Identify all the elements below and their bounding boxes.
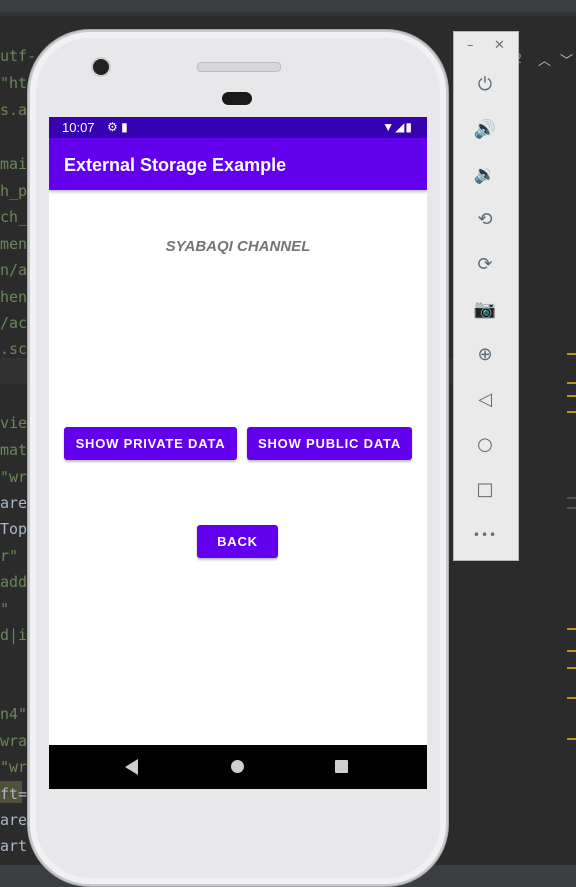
proximity-sensor: [222, 92, 252, 105]
settings-sdcard-icons: ⚙ ▮: [107, 120, 128, 134]
rotate-right-icon[interactable]: ⟳: [472, 252, 498, 278]
rotate-left-icon[interactable]: ⟲: [472, 207, 498, 233]
status-bar: 10:07 ⚙ ▮ ▼◢▮: [49, 117, 427, 138]
code-line: men: [0, 235, 28, 253]
earpiece-speaker: [197, 62, 281, 72]
power-icon[interactable]: ⏻: [472, 72, 498, 98]
volume-up-icon[interactable]: 🔊: [472, 117, 498, 143]
code-line: /ac: [0, 314, 28, 332]
more-icon[interactable]: •••: [472, 522, 498, 548]
scroll-marker: [567, 697, 576, 699]
code-line: h_p: [0, 182, 28, 200]
code-line: mat: [0, 441, 28, 459]
app-title: External Storage Example: [64, 155, 287, 175]
status-time: 10:07: [62, 120, 95, 135]
ide-top-bar: [0, 0, 576, 12]
home-icon[interactable]: ○: [472, 432, 498, 458]
app-bar: External Storage Example: [49, 138, 427, 190]
scroll-marker: [567, 382, 576, 384]
volume-down-icon[interactable]: 🔉: [472, 162, 498, 188]
wifi-signal-battery-icons: ▼◢▮: [382, 120, 413, 134]
code-line: art: [0, 837, 28, 855]
scroll-marker: [567, 667, 576, 669]
scroll-marker: [567, 497, 576, 499]
code-line: wra: [0, 732, 28, 750]
scroll-marker: [567, 628, 576, 630]
code-line: n/a: [0, 261, 28, 279]
scroll-marker: [567, 507, 576, 509]
nav-home-icon[interactable]: [231, 760, 244, 773]
nav-back-icon[interactable]: [125, 759, 138, 775]
zoom-icon[interactable]: ⊕: [472, 342, 498, 368]
back-icon[interactable]: ◁: [472, 387, 498, 413]
chevron-down-icon[interactable]: ﹀: [560, 50, 573, 69]
code-line: add: [0, 573, 28, 591]
navigation-bar: [49, 745, 427, 789]
front-camera-icon: [93, 59, 109, 75]
show-private-data-button[interactable]: SHOW PRIVATE DATA: [64, 427, 237, 460]
minimize-icon[interactable]: –: [467, 38, 474, 53]
scroll-marker: [567, 650, 576, 652]
ide-tab-strip: [0, 12, 576, 16]
scroll-marker: [567, 353, 576, 355]
scroll-marker: [567, 411, 576, 413]
back-button[interactable]: BACK: [197, 525, 278, 558]
chevron-up-icon[interactable]: ︿: [538, 50, 551, 69]
code-line: ft=: [0, 785, 28, 803]
scroll-marker: [567, 738, 576, 740]
code-line: "ht: [0, 74, 28, 92]
code-line: .sc: [0, 340, 28, 358]
code-line: d|i: [0, 626, 28, 644]
code-line: mai: [0, 155, 28, 173]
show-public-data-button[interactable]: SHOW PUBLIC DATA: [247, 427, 412, 460]
nav-recents-icon[interactable]: [335, 760, 348, 773]
device-screen: 10:07 ⚙ ▮ ▼◢▮ External Storage Example S…: [49, 117, 427, 789]
emulator-toolbar: – ✕ ⏻ 🔊 🔉 ⟲ ⟳ 📷 ⊕ ◁ ○ □ •••: [453, 31, 519, 561]
code-line: utf-: [0, 47, 37, 65]
channel-label: SYABAQI CHANNEL: [165, 238, 311, 255]
code-line: "wr: [0, 758, 28, 776]
ide-editor-right: [518, 45, 576, 887]
code-line: "wr: [0, 468, 28, 486]
code-line: n4": [0, 705, 28, 723]
scroll-marker: [567, 395, 576, 397]
camera-icon[interactable]: 📷: [472, 297, 498, 323]
code-line: r": [0, 547, 19, 565]
overview-icon[interactable]: □: [472, 477, 498, 503]
code-line: ": [0, 600, 10, 618]
code-line: s.a: [0, 101, 28, 119]
phone-frame: 10:07 ⚙ ▮ ▼◢▮ External Storage Example S…: [28, 30, 448, 886]
code-line: ch_: [0, 208, 28, 226]
close-icon[interactable]: ✕: [494, 38, 505, 53]
